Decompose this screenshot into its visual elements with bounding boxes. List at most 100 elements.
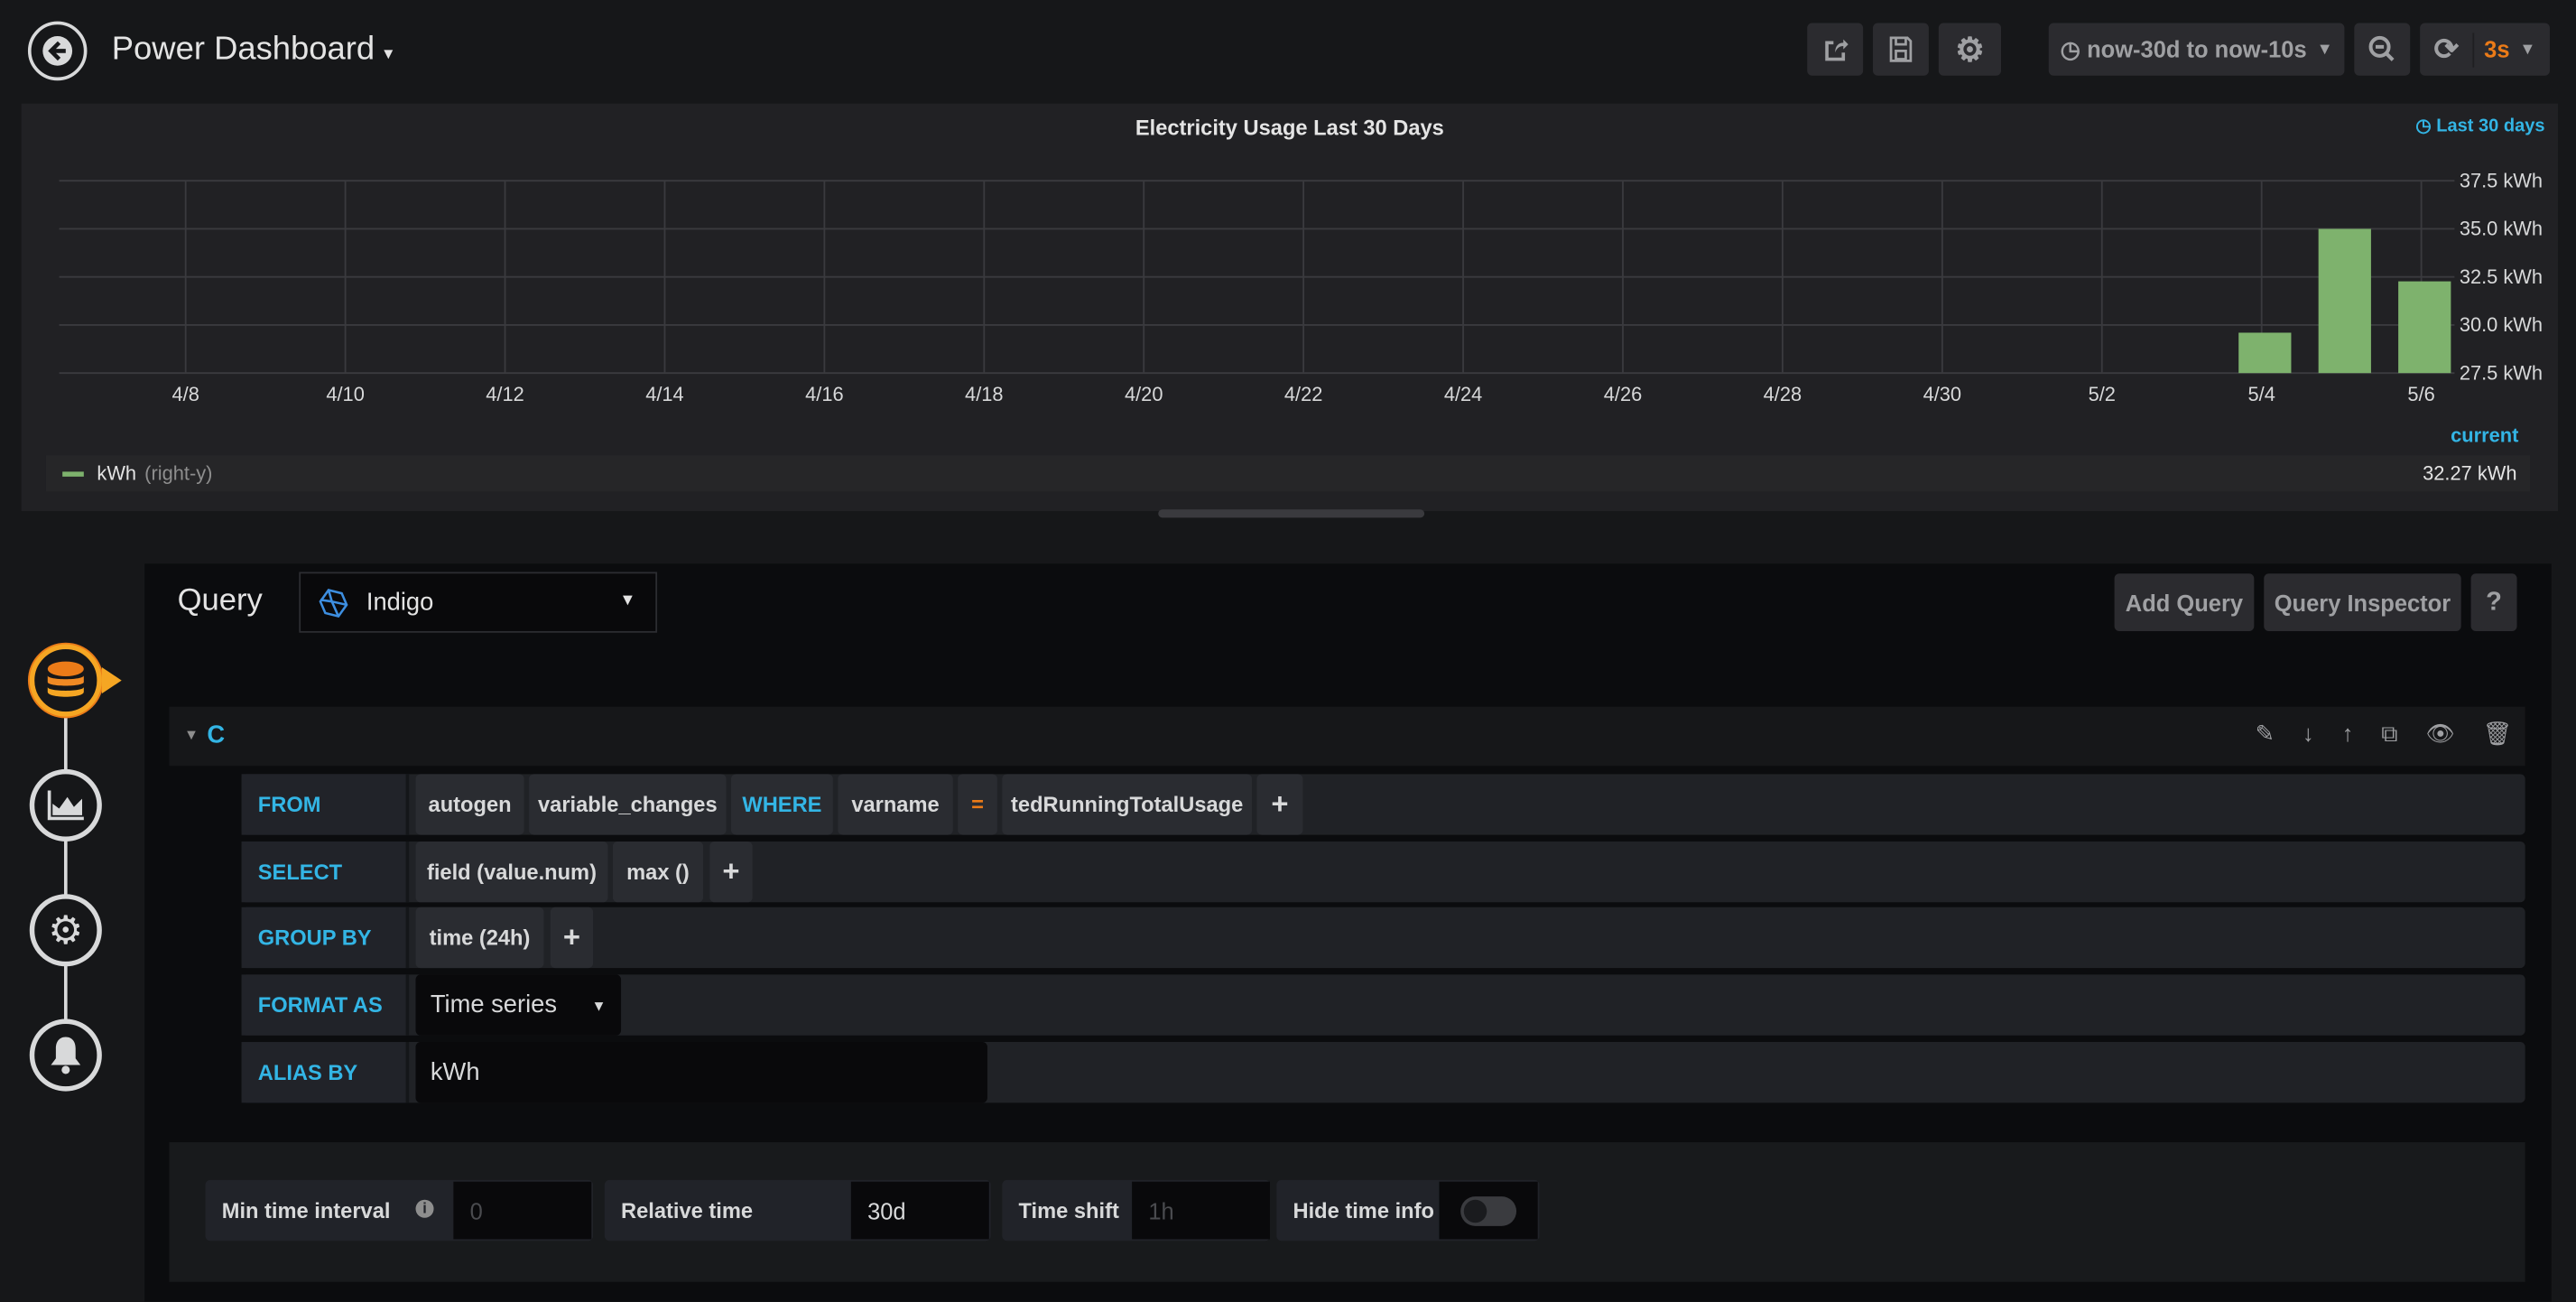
alias-by-row: ALIAS BY kWh: [241, 1042, 2525, 1103]
y-tick-label: 37.5 kWh: [2460, 170, 2543, 192]
time-range-text: now-30d to now-10s: [2087, 36, 2307, 63]
hide-time-info-toggle-wrap: [1439, 1181, 1538, 1240]
bell-icon: [51, 1037, 81, 1074]
add-group-by-button[interactable]: +: [550, 907, 594, 969]
duplicate-icon[interactable]: ⧉: [2381, 720, 2397, 748]
min-time-interval-input[interactable]: 0: [453, 1181, 592, 1240]
help-button[interactable]: ?: [2470, 573, 2517, 631]
y-tick-label: 27.5 kWh: [2460, 361, 2543, 384]
x-tick-label: 4/16: [805, 383, 843, 405]
back-arrow-icon: [42, 36, 73, 66]
gear-wrench-icon: ⚙: [48, 907, 84, 953]
share-button[interactable]: [1807, 23, 1864, 76]
refresh-picker[interactable]: ⟳ 3s ▼: [2420, 23, 2550, 76]
datasource-name: Indigo: [366, 588, 434, 617]
sidebar-item-alert[interactable]: [29, 1018, 102, 1092]
share-icon: [1825, 39, 1849, 61]
x-tick-label: 4/10: [326, 383, 364, 405]
measurement[interactable]: variable_changes: [529, 774, 727, 835]
hide-time-info-toggle[interactable]: [1460, 1195, 1517, 1225]
where-tag-key[interactable]: varname: [838, 774, 953, 835]
query-row-header: ▼ C ✎ ↓ ↑ ⧉ 👁 🗑: [169, 706, 2525, 767]
where-operator[interactable]: =: [958, 774, 997, 835]
bar: [2238, 332, 2292, 374]
alias-by-input[interactable]: kWh: [415, 1042, 987, 1103]
clock-icon: ◷: [2060, 35, 2080, 62]
add-select-button[interactable]: +: [709, 841, 753, 903]
arrow-up-icon[interactable]: ↑: [2342, 720, 2354, 748]
panel-resize-handle[interactable]: [1158, 509, 1425, 518]
query-inspector-button[interactable]: Query Inspector: [2264, 573, 2461, 631]
y-tick-label: 32.5 kWh: [2460, 265, 2543, 288]
time-picker[interactable]: ◷ now-30d to now-10s ▼: [2048, 23, 2345, 76]
x-tick-label: 4/24: [1444, 383, 1482, 405]
legend-current-value: 32.27 kWh: [2423, 461, 2517, 485]
x-tick-label: 4/28: [1764, 383, 1802, 405]
info-icon[interactable]: i: [415, 1199, 434, 1218]
trash-icon[interactable]: 🗑: [2483, 720, 2512, 748]
dashboard-title-text: Power Dashboard: [111, 31, 375, 68]
time-shift-label: Time shift: [1018, 1197, 1119, 1223]
group-by-time[interactable]: time (24h): [415, 907, 544, 969]
query-row-actions: ✎ ↓ ↑ ⧉ 👁 🗑: [2256, 720, 2512, 748]
time-shift-option: Time shift 1h: [1002, 1179, 1271, 1242]
caret-down-icon: ▼: [591, 996, 607, 1014]
select-field[interactable]: field (value.num): [415, 841, 608, 903]
hide-time-info-option: Hide time info: [1276, 1179, 1540, 1242]
sidebar-item-visualization[interactable]: [29, 768, 102, 842]
bar: [2398, 281, 2451, 374]
alias-by-label: ALIAS BY: [241, 1042, 410, 1103]
save-button[interactable]: [1873, 23, 1929, 76]
area-chart-icon: [47, 790, 84, 821]
select-label: SELECT: [241, 841, 410, 903]
retention-policy[interactable]: autogen: [415, 774, 524, 835]
time-shift-input[interactable]: 1h: [1132, 1181, 1271, 1240]
zoom-out-button[interactable]: [2354, 23, 2411, 76]
legend-series-swatch: [62, 471, 84, 477]
legend-series-name[interactable]: kWh: [97, 461, 136, 484]
add-where-button[interactable]: +: [1256, 774, 1303, 835]
zoom-out-icon: [2368, 35, 2395, 61]
relative-time-option: Relative time 30d: [604, 1179, 991, 1242]
datasource-picker[interactable]: Indigo ▼: [299, 572, 658, 633]
where-tag-value[interactable]: tedRunningTotalUsage: [1002, 774, 1252, 835]
sidebar-item-general[interactable]: ⚙: [29, 894, 102, 967]
eye-icon[interactable]: 👁: [2425, 720, 2454, 748]
settings-button[interactable]: ⚙: [1938, 23, 2002, 76]
query-ref-id[interactable]: C: [207, 721, 225, 749]
min-time-interval-label: Min time interval: [221, 1197, 391, 1223]
from-row: FROM autogen variable_changes WHERE varn…: [241, 774, 2525, 835]
hide-time-info-label: Hide time info: [1293, 1197, 1434, 1223]
from-label: FROM: [241, 774, 410, 835]
x-tick-label: 5/2: [2089, 383, 2116, 405]
add-query-button[interactable]: Add Query: [2114, 573, 2255, 631]
caret-down-icon: ▼: [619, 591, 636, 610]
x-tick-label: 4/18: [965, 383, 1003, 405]
format-as-label: FORMAT AS: [241, 974, 410, 1036]
chart-area: 37.5 kWh 35.0 kWh 32.5 kWh 30.0 kWh 27.5 kWh…: [59, 170, 2543, 405]
x-tick-label: 4/30: [1923, 383, 1961, 405]
active-pointer: [101, 667, 122, 694]
sidebar-item-queries[interactable]: [29, 644, 102, 717]
refresh-icon[interactable]: ⟳: [2420, 32, 2475, 67]
select-row: SELECT field (value.num) max () +: [241, 841, 2525, 903]
refresh-interval: 3s: [2484, 36, 2510, 63]
datasource-icon: [319, 589, 348, 618]
legend-row[interactable]: kWh (right-y) 32.27 kWh: [45, 455, 2531, 492]
graph-panel: Electricity Usage Last 30 Days ◷ Last 30…: [21, 103, 2559, 512]
format-as-row: FORMAT AS Time series ▼: [241, 974, 2525, 1036]
select-function[interactable]: max (): [612, 841, 704, 903]
collapse-caret-icon[interactable]: ▼: [184, 727, 199, 743]
format-as-select[interactable]: Time series ▼: [415, 974, 622, 1036]
x-tick-label: 4/22: [1284, 383, 1322, 405]
query-title: Query: [177, 583, 263, 618]
y-tick-label: 35.0 kWh: [2460, 218, 2543, 240]
back-button[interactable]: [27, 21, 88, 81]
save-icon: [1889, 36, 1913, 62]
x-tick-label: 4/14: [645, 383, 683, 405]
gear-icon: ⚙: [1955, 32, 1985, 69]
dashboard-title[interactable]: Power Dashboard ▾: [112, 32, 394, 70]
relative-time-input[interactable]: 30d: [850, 1181, 989, 1240]
arrow-down-icon[interactable]: ↓: [2303, 720, 2314, 748]
pencil-icon[interactable]: ✎: [2256, 720, 2275, 748]
